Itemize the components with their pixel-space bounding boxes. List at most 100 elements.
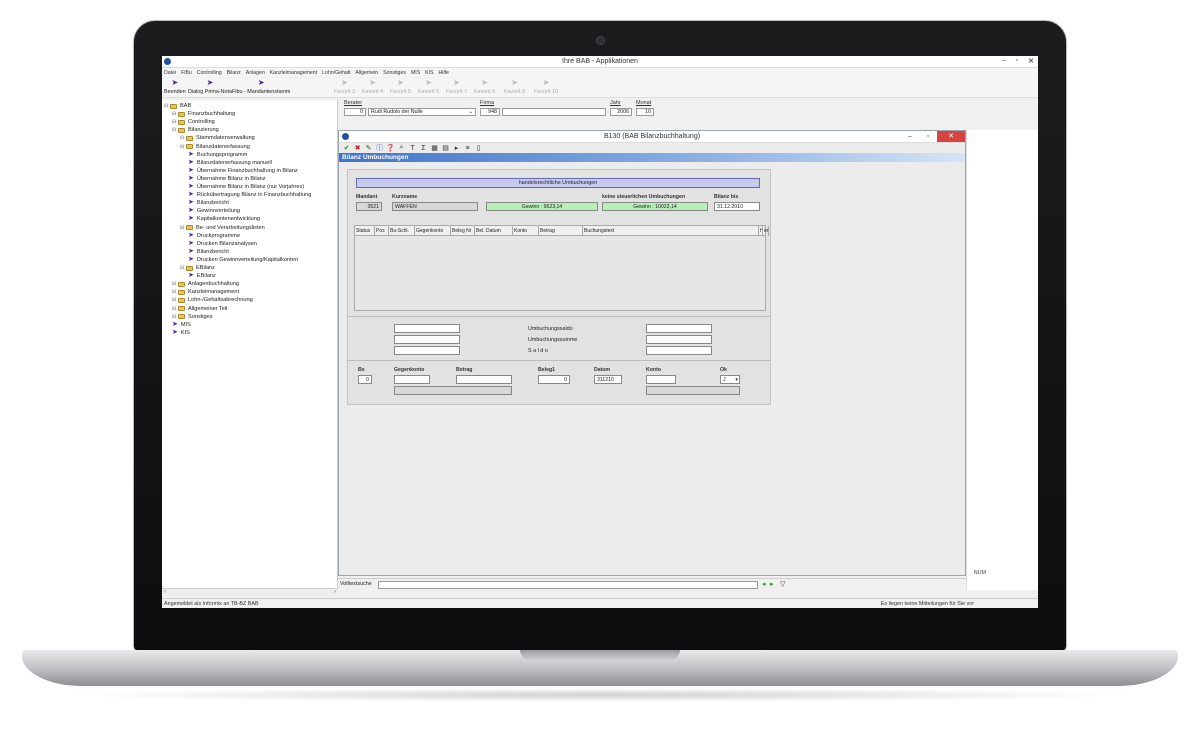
print-icon[interactable]: ▤ <box>441 144 450 152</box>
expand-icon[interactable]: ⊟ <box>180 143 185 151</box>
toolbar-button[interactable]: ➤ Favorit 5 <box>390 78 411 98</box>
search-prev-icon[interactable]: ◂ <box>762 580 766 588</box>
tree-node[interactable]: ➤ EBilanz <box>188 272 216 280</box>
toolbar-button[interactable]: ➤ Favorit 6 <box>418 78 439 98</box>
tree-node[interactable]: ⊟ Allgemeiner Teil <box>172 305 227 313</box>
datum-field[interactable]: 311210 <box>594 375 622 384</box>
column-header[interactable]: Konto <box>513 226 539 236</box>
menu-item[interactable]: Controlling <box>197 70 222 76</box>
column-header[interactable]: Betrag <box>539 226 583 236</box>
sum-icon[interactable]: Σ <box>419 145 428 152</box>
column-header[interactable]: Pos <box>375 226 389 236</box>
menu-item[interactable]: Kanzleimanagement <box>270 70 317 76</box>
tree-node[interactable]: ⊟ EBilanz <box>180 264 215 272</box>
ok-dropdown-icon[interactable]: ▾ <box>735 376 738 383</box>
tree-node[interactable]: ⊟ Controlling <box>172 118 215 126</box>
berater-name-select[interactable]: Rudi Rudolo der Nulle ⌄ <box>368 108 476 116</box>
expand-icon[interactable]: ⊟ <box>172 305 177 313</box>
tree-node[interactable]: ➤ Rückübertragung Bilanz in Finanzbuchhal… <box>188 191 311 199</box>
search-next-icon[interactable]: ▸ <box>770 580 774 588</box>
booking-grid[interactable]: Status Pos Bu-Schl. Gegenkonto Beleg Nr Bel. … <box>354 225 769 311</box>
firma-name-field[interactable] <box>502 108 606 116</box>
toolbar-button[interactable]: ➤ Dialog Prima-Nota <box>188 78 232 98</box>
haben-saldo-field[interactable] <box>646 324 712 333</box>
expand-icon[interactable]: ⊟ <box>172 280 177 288</box>
tree-node[interactable]: ➤ Druckprogramme <box>188 232 240 240</box>
tree-node[interactable]: ➤ Bilanzbericht <box>188 199 229 207</box>
expand-icon[interactable]: ⊟ <box>180 134 185 142</box>
expand-icon[interactable]: ⊟ <box>180 264 185 272</box>
tree-node[interactable]: ⊟ Bilanzierung <box>172 126 219 134</box>
tree-node[interactable]: ➤ MIS <box>172 321 191 329</box>
menu-item[interactable]: Anlagen <box>246 70 265 76</box>
toolbar-button[interactable]: ➤ Favorit 8 <box>474 78 495 98</box>
toolbar-button[interactable]: ➤ Favorit 4 <box>362 78 383 98</box>
tree-node[interactable]: ➤ Übernahme Bilanz in Bilanz (nur Vorjahr… <box>188 183 304 191</box>
ok-select[interactable]: J ▾ <box>720 375 740 384</box>
column-header[interactable]: Status <box>355 226 375 236</box>
tree-node[interactable]: ⊟ BAB <box>164 102 191 110</box>
text-icon[interactable]: T <box>408 145 417 152</box>
menu-item[interactable]: Bilanz <box>227 70 241 76</box>
tree-node[interactable]: ⊟ Stammdatenverwaltung <box>180 134 255 142</box>
tree-scrollbar[interactable]: ‹ › <box>162 588 338 596</box>
toolbar-button[interactable]: ➤ Favorit 7 <box>446 78 467 98</box>
expand-icon[interactable]: ⊟ <box>164 102 169 110</box>
edit-icon[interactable]: ✎ <box>364 144 373 152</box>
search-input[interactable] <box>378 581 758 589</box>
confirm-check-icon[interactable]: ✔ <box>342 144 351 152</box>
toolbar-button[interactable]: ➤ Favorit 10 <box>534 78 558 98</box>
expand-icon[interactable]: ⊟ <box>172 118 177 126</box>
menu-item[interactable]: FiBu <box>181 70 192 76</box>
haben-summe-field[interactable] <box>646 335 712 344</box>
help-icon[interactable]: ❓ <box>386 144 395 152</box>
tree-node[interactable]: ⊟ Finanzbuchhaltung <box>172 110 235 118</box>
monat-field[interactable]: 10 <box>636 108 654 116</box>
sub-minimize-icon[interactable]: – <box>901 131 919 142</box>
tree-node[interactable]: ⊟ Bilanzdatenerfassung <box>180 143 250 151</box>
sub-maximize-icon[interactable]: ▫ <box>919 131 937 142</box>
column-header[interactable]: er <box>763 226 769 236</box>
expand-icon[interactable]: ⊟ <box>172 126 177 134</box>
expand-icon[interactable]: ⊟ <box>172 110 177 118</box>
search-binoculars-icon[interactable]: ⌕ <box>397 144 406 152</box>
document-icon[interactable]: ▯ <box>474 144 483 152</box>
soll-saldo-field[interactable] <box>394 324 460 333</box>
menu-item[interactable]: Allgemein <box>355 70 378 76</box>
tree-node[interactable]: ⊟ Lohn-/Gehaltsabrechnung <box>172 296 253 304</box>
tree-node[interactable]: ⊟ Kanzleimanagement <box>172 288 239 296</box>
tree-node[interactable]: ➤ Buchungsprogramm <box>188 151 247 159</box>
tree-node[interactable]: ⊟ Sonstiges <box>172 313 213 321</box>
tree-node[interactable]: ➤ Gewinnverteilung <box>188 207 240 215</box>
sub-close-icon[interactable]: ✕ <box>937 131 965 142</box>
tree-node[interactable]: ➤ Bilanzbericht <box>188 248 229 256</box>
filter-icon[interactable]: ▽ <box>780 580 785 588</box>
menu-item[interactable]: KIS <box>425 70 433 76</box>
tree-node[interactable]: ➤ Kapitalkontenentwicklung <box>188 215 260 223</box>
berater-number-field[interactable]: 0 <box>344 108 366 116</box>
bilanz-bis-field[interactable]: 31.12.2010 <box>714 202 760 211</box>
column-header[interactable]: Bel. Datum <box>475 226 513 236</box>
firma-number-field[interactable]: 948 <box>480 108 500 116</box>
column-header[interactable]: Gegenkonto <box>415 226 451 236</box>
beleg1-field[interactable]: 0 <box>538 375 570 384</box>
haben-saldo2-field[interactable] <box>646 346 712 355</box>
expand-icon[interactable]: ⊟ <box>180 224 185 232</box>
toolbar-button[interactable]: ➤ Favorit 9 <box>504 78 525 98</box>
betrag-field[interactable] <box>456 375 512 384</box>
maximize-icon[interactable]: ▫ <box>1016 57 1018 65</box>
menu-item[interactable]: Datei <box>164 70 176 76</box>
scroll-left-icon[interactable]: ‹ <box>164 589 166 595</box>
toolbar-button[interactable]: ➤ Beenden <box>164 78 186 98</box>
tree-node[interactable]: ➤ KIS <box>172 329 190 337</box>
column-header[interactable]: Beleg Nr <box>451 226 475 236</box>
minimize-icon[interactable]: – <box>1002 57 1006 65</box>
calculator-icon[interactable]: ▦ <box>430 144 439 152</box>
cancel-x-icon[interactable]: ✖ <box>353 144 362 152</box>
soll-summe-field[interactable] <box>394 335 460 344</box>
column-header[interactable]: Bu-Schl. <box>389 226 415 236</box>
expand-icon[interactable]: ⊟ <box>172 313 177 321</box>
gegenkonto-field[interactable] <box>394 375 430 384</box>
menu-item[interactable]: Hilfe <box>439 70 449 76</box>
konto-field[interactable] <box>646 375 676 384</box>
